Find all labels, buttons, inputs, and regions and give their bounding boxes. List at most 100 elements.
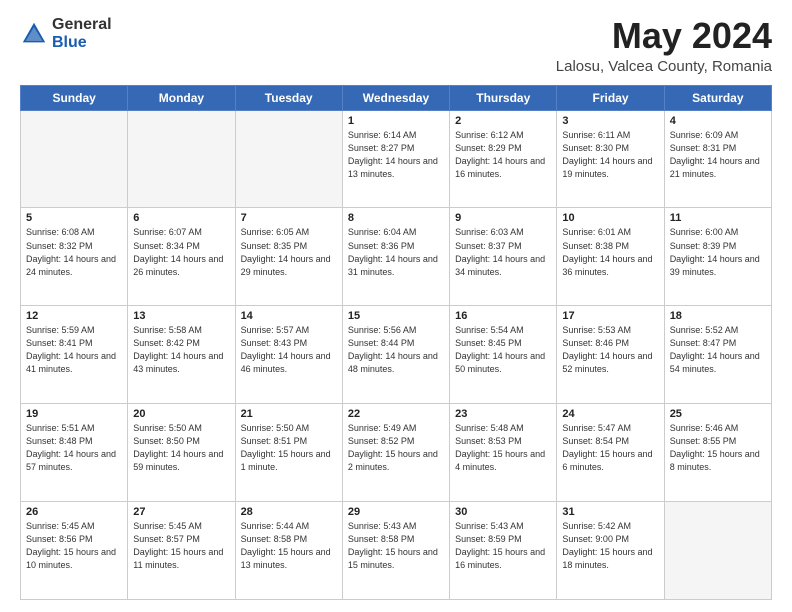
col-monday: Monday	[128, 85, 235, 110]
day-info: Sunrise: 5:54 AM Sunset: 8:45 PM Dayligh…	[455, 324, 551, 376]
day-number: 1	[348, 115, 444, 127]
table-row: 16 Sunrise: 5:54 AM Sunset: 8:45 PM Dayli…	[450, 306, 557, 404]
day-number: 25	[670, 408, 766, 420]
day-info: Sunrise: 5:48 AM Sunset: 8:53 PM Dayligh…	[455, 422, 551, 474]
day-info: Sunrise: 6:14 AM Sunset: 8:27 PM Dayligh…	[348, 129, 444, 181]
day-info: Sunrise: 5:50 AM Sunset: 8:50 PM Dayligh…	[133, 422, 229, 474]
col-saturday: Saturday	[664, 85, 771, 110]
day-info: Sunrise: 5:51 AM Sunset: 8:48 PM Dayligh…	[26, 422, 122, 474]
table-row: 13Sunrise: 5:58 AM Sunset: 8:42 PM Dayli…	[128, 306, 235, 404]
day-info: Sunrise: 5:50 AM Sunset: 8:51 PM Dayligh…	[241, 422, 337, 474]
table-row	[128, 110, 235, 208]
day-info: Sunrise: 5:59 AM Sunset: 8:41 PM Dayligh…	[26, 324, 122, 376]
table-row	[664, 502, 771, 600]
day-info: Sunrise: 5:57 AM Sunset: 8:43 PM Dayligh…	[241, 324, 337, 376]
day-info: Sunrise: 5:56 AM Sunset: 8:44 PM Dayligh…	[348, 324, 444, 376]
day-info: Sunrise: 6:01 AM Sunset: 8:38 PM Dayligh…	[562, 226, 658, 278]
logo-text: General Blue	[52, 16, 112, 51]
day-info: Sunrise: 6:07 AM Sunset: 8:34 PM Dayligh…	[133, 226, 229, 278]
day-number: 5	[26, 212, 122, 224]
table-row: 19 Sunrise: 5:51 AM Sunset: 8:48 PM Dayli…	[21, 404, 128, 502]
table-row: 23 Sunrise: 5:48 AM Sunset: 8:53 PM Dayli…	[450, 404, 557, 502]
day-info: Sunrise: 6:03 AM Sunset: 8:37 PM Dayligh…	[455, 226, 551, 278]
col-thursday: Thursday	[450, 85, 557, 110]
day-number: 11	[670, 212, 766, 224]
subtitle: Lalosu, Valcea County, Romania	[556, 58, 772, 75]
day-info: Sunrise: 5:47 AM Sunset: 8:54 PM Dayligh…	[562, 422, 658, 474]
table-row: 4Sunrise: 6:09 AM Sunset: 8:31 PM Daylig…	[664, 110, 771, 208]
calendar-header-row: Sunday Monday Tuesday Wednesday Thursday…	[21, 85, 772, 110]
table-row: 7 Sunrise: 6:05 AM Sunset: 8:35 PM Daylig…	[235, 208, 342, 306]
calendar-table: Sunday Monday Tuesday Wednesday Thursday…	[20, 85, 772, 600]
day-number: 26	[26, 506, 122, 518]
header: General Blue May 2024 Lalosu, Valcea Cou…	[20, 16, 772, 75]
table-row	[235, 110, 342, 208]
table-row: 30 Sunrise: 5:43 AM Sunset: 8:59 PM Dayli…	[450, 502, 557, 600]
day-number: 24	[562, 408, 658, 420]
table-row: 2 Sunrise: 6:12 AM Sunset: 8:29 PM Daylig…	[450, 110, 557, 208]
calendar-week-2: 5 Sunrise: 6:08 AM Sunset: 8:32 PM Daylig…	[21, 208, 772, 306]
table-row: 20 Sunrise: 5:50 AM Sunset: 8:50 PM Dayli…	[128, 404, 235, 502]
calendar-week-3: 12 Sunrise: 5:59 AM Sunset: 8:41 PM Dayli…	[21, 306, 772, 404]
title-block: May 2024 Lalosu, Valcea County, Romania	[556, 16, 772, 75]
day-number: 27	[133, 506, 229, 518]
table-row: 29Sunrise: 5:43 AM Sunset: 8:58 PM Dayli…	[342, 502, 449, 600]
table-row: 17Sunrise: 5:53 AM Sunset: 8:46 PM Dayli…	[557, 306, 664, 404]
day-info: Sunrise: 5:46 AM Sunset: 8:55 PM Dayligh…	[670, 422, 766, 474]
table-row: 6Sunrise: 6:07 AM Sunset: 8:34 PM Daylig…	[128, 208, 235, 306]
day-number: 9	[455, 212, 551, 224]
table-row: 21 Sunrise: 5:50 AM Sunset: 8:51 PM Dayli…	[235, 404, 342, 502]
day-number: 21	[241, 408, 337, 420]
day-info: Sunrise: 6:08 AM Sunset: 8:32 PM Dayligh…	[26, 226, 122, 278]
day-number: 20	[133, 408, 229, 420]
table-row: 12 Sunrise: 5:59 AM Sunset: 8:41 PM Dayli…	[21, 306, 128, 404]
day-info: Sunrise: 6:09 AM Sunset: 8:31 PM Dayligh…	[670, 129, 766, 181]
day-number: 15	[348, 310, 444, 322]
table-row: 28 Sunrise: 5:44 AM Sunset: 8:58 PM Dayli…	[235, 502, 342, 600]
col-tuesday: Tuesday	[235, 85, 342, 110]
table-row: 25 Sunrise: 5:46 AM Sunset: 8:55 PM Dayli…	[664, 404, 771, 502]
table-row: 31 Sunrise: 5:42 AM Sunset: 9:00 PM Dayli…	[557, 502, 664, 600]
day-info: Sunrise: 5:49 AM Sunset: 8:52 PM Dayligh…	[348, 422, 444, 474]
day-number: 14	[241, 310, 337, 322]
day-number: 31	[562, 506, 658, 518]
day-number: 28	[241, 506, 337, 518]
page: General Blue May 2024 Lalosu, Valcea Cou…	[0, 0, 792, 612]
day-info: Sunrise: 6:12 AM Sunset: 8:29 PM Dayligh…	[455, 129, 551, 181]
calendar-week-1: 1 Sunrise: 6:14 AM Sunset: 8:27 PM Daylig…	[21, 110, 772, 208]
table-row: 15 Sunrise: 5:56 AM Sunset: 8:44 PM Dayli…	[342, 306, 449, 404]
day-number: 8	[348, 212, 444, 224]
day-number: 23	[455, 408, 551, 420]
calendar-week-4: 19 Sunrise: 5:51 AM Sunset: 8:48 PM Dayli…	[21, 404, 772, 502]
day-info: Sunrise: 5:52 AM Sunset: 8:47 PM Dayligh…	[670, 324, 766, 376]
logo-blue-text: Blue	[52, 34, 112, 52]
day-number: 29	[348, 506, 444, 518]
day-info: Sunrise: 5:44 AM Sunset: 8:58 PM Dayligh…	[241, 520, 337, 572]
table-row	[21, 110, 128, 208]
day-info: Sunrise: 5:45 AM Sunset: 8:56 PM Dayligh…	[26, 520, 122, 572]
day-number: 2	[455, 115, 551, 127]
day-info: Sunrise: 6:05 AM Sunset: 8:35 PM Dayligh…	[241, 226, 337, 278]
table-row: 26 Sunrise: 5:45 AM Sunset: 8:56 PM Dayli…	[21, 502, 128, 600]
day-info: Sunrise: 5:43 AM Sunset: 8:59 PM Dayligh…	[455, 520, 551, 572]
table-row: 14 Sunrise: 5:57 AM Sunset: 8:43 PM Dayli…	[235, 306, 342, 404]
day-number: 19	[26, 408, 122, 420]
logo-general-text: General	[52, 16, 112, 34]
logo: General Blue	[20, 16, 112, 51]
table-row: 24 Sunrise: 5:47 AM Sunset: 8:54 PM Dayli…	[557, 404, 664, 502]
main-title: May 2024	[556, 16, 772, 56]
day-number: 30	[455, 506, 551, 518]
table-row: 9 Sunrise: 6:03 AM Sunset: 8:37 PM Daylig…	[450, 208, 557, 306]
day-info: Sunrise: 5:42 AM Sunset: 9:00 PM Dayligh…	[562, 520, 658, 572]
table-row: 27Sunrise: 5:45 AM Sunset: 8:57 PM Dayli…	[128, 502, 235, 600]
table-row: 11Sunrise: 6:00 AM Sunset: 8:39 PM Dayli…	[664, 208, 771, 306]
table-row: 22Sunrise: 5:49 AM Sunset: 8:52 PM Dayli…	[342, 404, 449, 502]
table-row: 3Sunrise: 6:11 AM Sunset: 8:30 PM Daylig…	[557, 110, 664, 208]
day-number: 18	[670, 310, 766, 322]
day-number: 16	[455, 310, 551, 322]
day-info: Sunrise: 6:04 AM Sunset: 8:36 PM Dayligh…	[348, 226, 444, 278]
day-number: 12	[26, 310, 122, 322]
table-row: 5 Sunrise: 6:08 AM Sunset: 8:32 PM Daylig…	[21, 208, 128, 306]
day-number: 7	[241, 212, 337, 224]
day-info: Sunrise: 5:53 AM Sunset: 8:46 PM Dayligh…	[562, 324, 658, 376]
